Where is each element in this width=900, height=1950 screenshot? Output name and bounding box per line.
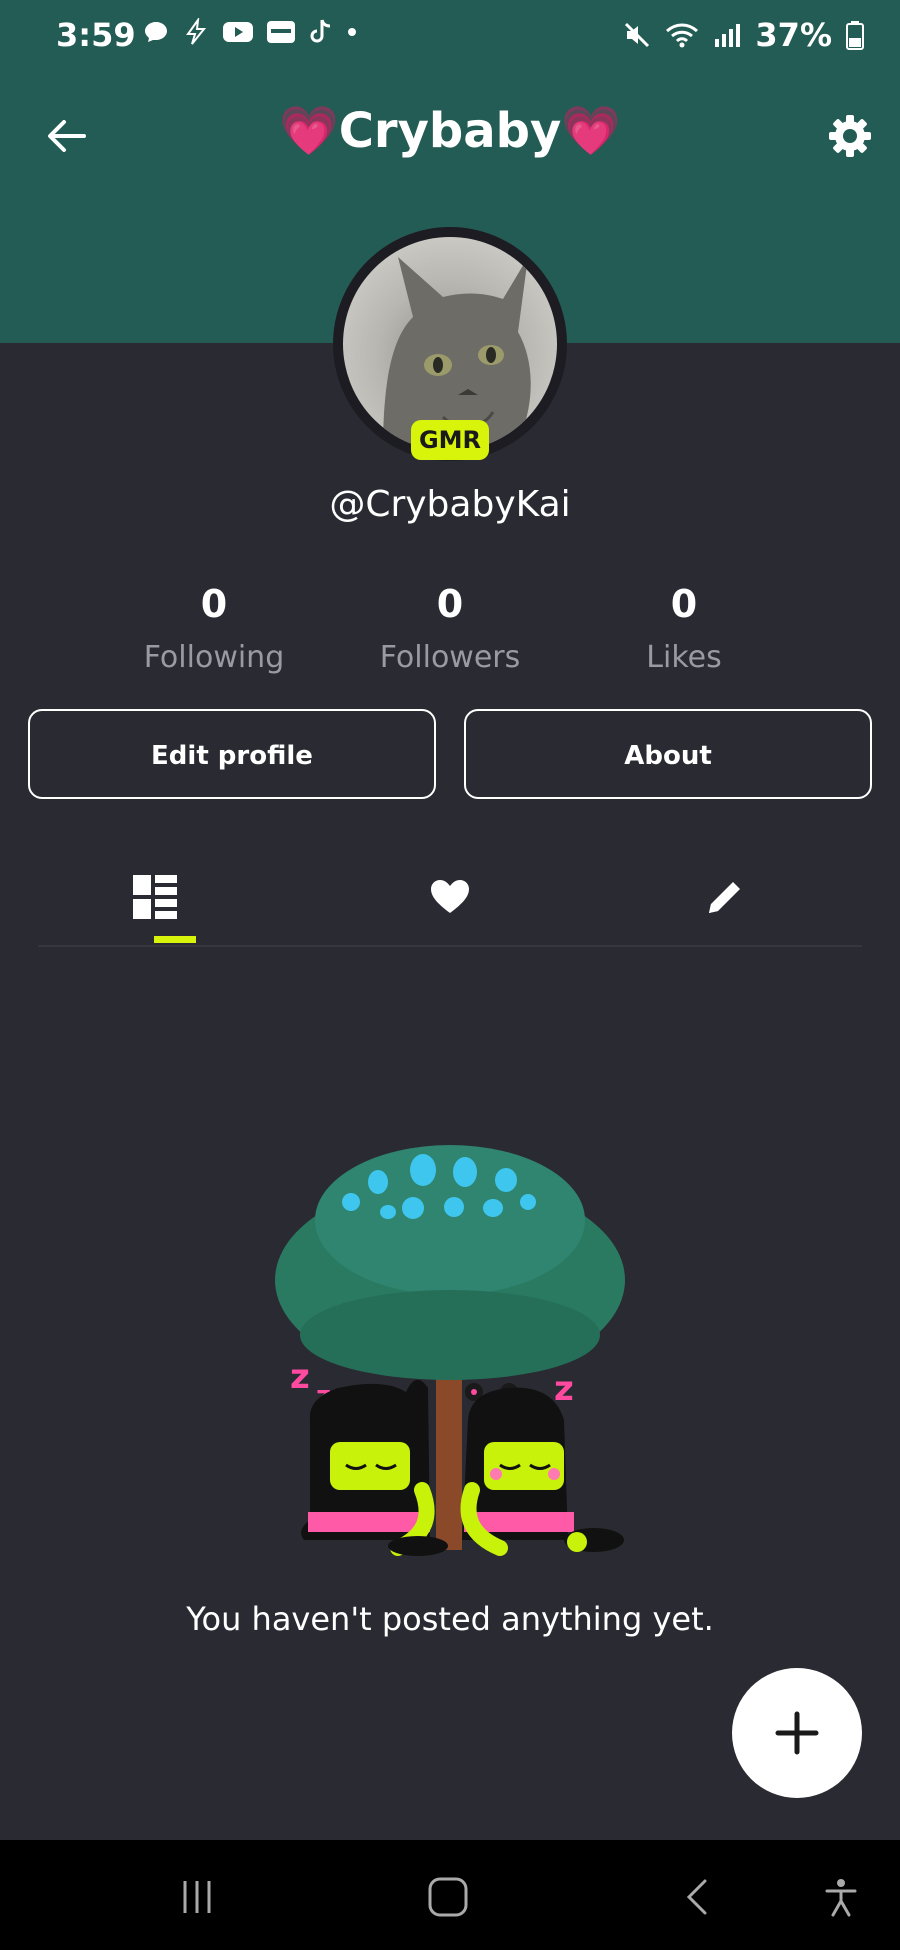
tiktok-icon	[310, 19, 331, 43]
back-nav-button[interactable]	[664, 1862, 734, 1932]
stat-label: Following	[143, 640, 285, 675]
stat-followers[interactable]: 0 Followers	[340, 582, 560, 675]
stat-value: 0	[670, 582, 698, 626]
settings-button[interactable]	[822, 108, 878, 164]
avatar[interactable]	[343, 237, 557, 451]
status-time: 3:59	[56, 16, 136, 54]
home-icon	[428, 1877, 468, 1917]
home-button[interactable]	[413, 1862, 483, 1932]
page-title: 💗Crybaby💗	[278, 103, 622, 159]
svg-text:z: z	[290, 1357, 310, 1397]
cat-photo-icon	[383, 257, 531, 451]
empty-state-message: You haven't posted anything yet.	[186, 1600, 714, 1638]
accessibility-icon	[825, 1879, 857, 1917]
system-status-icons: 37%	[623, 16, 864, 54]
stat-label: Likes	[646, 640, 722, 675]
grid-icon	[133, 874, 177, 919]
gear-icon	[829, 115, 871, 157]
top-app-bar: 💗Crybaby💗	[0, 90, 900, 180]
status-bar: 3:59 37%	[0, 0, 900, 72]
recent-apps-icon	[183, 1881, 211, 1913]
messages-icon	[145, 22, 167, 42]
profile-stats: 0 Following 0 Followers 0 Likes	[0, 582, 900, 692]
wifi-icon	[666, 23, 699, 48]
stat-value: 0	[436, 582, 464, 626]
active-tab-indicator	[154, 936, 196, 943]
chevron-left-icon	[686, 1879, 707, 1915]
plus-icon	[775, 1711, 819, 1755]
battery-icon	[846, 21, 864, 50]
about-button[interactable]: About	[464, 709, 872, 799]
heart-icon	[431, 879, 469, 913]
edit-profile-button[interactable]: Edit profile	[28, 709, 436, 799]
pencil-icon	[709, 881, 740, 913]
recent-apps-button[interactable]	[162, 1862, 232, 1932]
system-nav-bar	[0, 1840, 900, 1950]
stat-label: Followers	[379, 640, 521, 675]
youtube-icon	[223, 22, 253, 42]
stat-likes[interactable]: 0 Likes	[574, 582, 794, 675]
sleeping-characters-illustration: z z z	[275, 1145, 625, 1556]
stat-value: 0	[200, 582, 228, 626]
signal-icon	[715, 24, 741, 47]
lightning-icon	[186, 18, 207, 45]
accessibility-button[interactable]	[806, 1862, 876, 1932]
notification-icons	[142, 18, 358, 46]
tab-likes[interactable]	[390, 850, 510, 943]
stat-following[interactable]: 0 Following	[104, 582, 324, 675]
svg-text:z: z	[554, 1369, 574, 1409]
profile-tabs	[38, 850, 862, 947]
tab-drafts[interactable]	[665, 850, 785, 943]
create-post-button[interactable]	[732, 1668, 862, 1798]
tab-posts[interactable]	[95, 850, 215, 943]
samsung-icon	[267, 21, 295, 43]
gmr-badge: GMR	[411, 420, 489, 460]
username: @CrybabyKai	[329, 484, 571, 525]
mute-icon	[625, 22, 650, 48]
battery-percent: 37%	[755, 16, 832, 54]
dot-icon	[348, 28, 356, 36]
